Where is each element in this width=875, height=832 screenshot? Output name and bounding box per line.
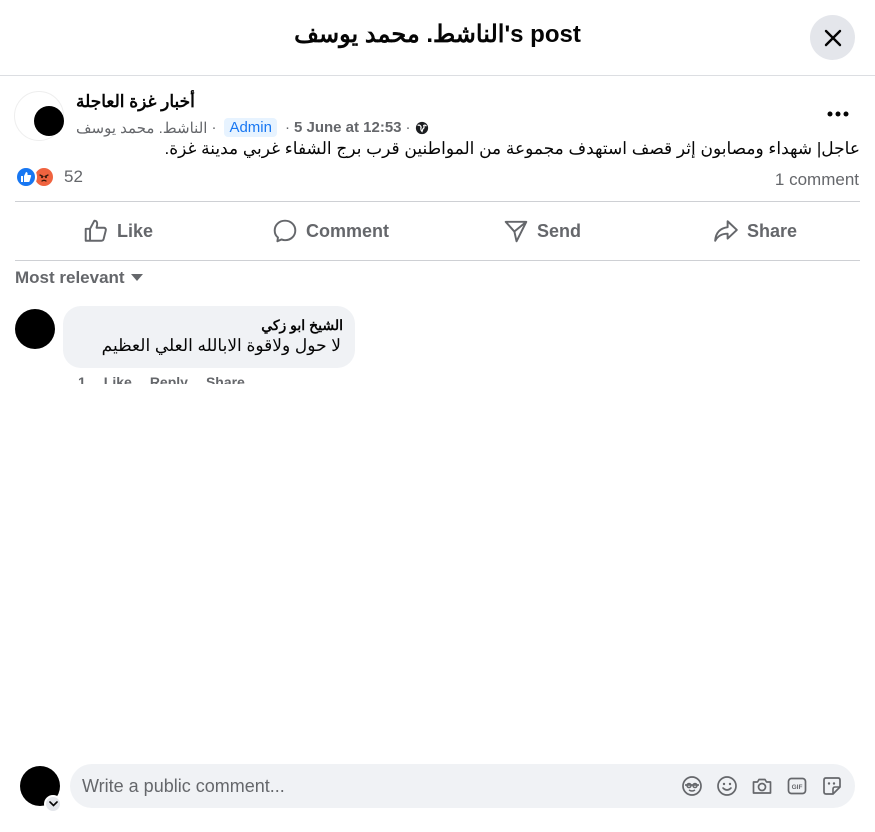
like-button[interactable]: Like [83, 212, 153, 250]
commenter-avatar[interactable] [15, 309, 55, 349]
meta-separator: · [284, 119, 290, 136]
comment-text: لا حول ولاقوة الابالله العلي العظيم [101, 336, 341, 355]
send-icon [504, 220, 528, 243]
comment-actions: 1 Like Reply Share [78, 372, 245, 384]
globe-icon [415, 121, 429, 135]
caret-down-icon [130, 274, 143, 281]
more-options-button[interactable] [822, 100, 854, 128]
like-icon [15, 166, 37, 188]
page-name-link[interactable]: أخبار غزة العاجلة [76, 92, 195, 112]
comment-time-link[interactable]: 1 [78, 372, 86, 384]
share-label: Share [747, 220, 798, 241]
post-text: عاجل| شهداء ومصابون إثر قصف استهدف مجموع… [164, 139, 860, 158]
action-bar: Like Comment Send Share [15, 201, 860, 261]
profile-switch-chevron[interactable] [44, 795, 62, 813]
comment-button[interactable]: Comment [272, 212, 389, 250]
emoji-icon[interactable] [716, 775, 738, 797]
like-outline-icon [84, 219, 107, 242]
svg-text:GIF: GIF [792, 784, 803, 791]
chevron-down-icon [48, 801, 58, 807]
share-icon [714, 220, 738, 242]
reaction-count: 52 [64, 167, 83, 186]
comment-count-link[interactable]: 1 comment [775, 170, 859, 190]
sticker-icon[interactable] [821, 775, 843, 797]
comment-bubble: الشيخ ابو زكي لا حول ولاقوة الابالله الع… [63, 306, 355, 368]
close-button[interactable] [810, 15, 855, 60]
comment-author-link[interactable]: الشيخ ابو زكي [261, 317, 343, 334]
comment-label: Comment [306, 220, 390, 241]
comment-share-button[interactable]: Share [206, 372, 245, 384]
author-avatar[interactable] [34, 106, 64, 136]
share-button[interactable]: Share [713, 212, 797, 250]
post-author-link[interactable]: الناشط. محمد يوسف [76, 119, 207, 137]
comment-reply-button[interactable]: Reply [150, 372, 188, 384]
reactions-summary[interactable]: 52 [15, 166, 83, 188]
admin-badge: Admin [224, 118, 277, 137]
comment-icon [273, 219, 297, 243]
post-timestamp-link[interactable]: 5 June at 12:53 [294, 119, 402, 136]
send-label: Send [537, 220, 582, 241]
sort-label: Most relevant [15, 268, 125, 287]
dialog-title: الناشط. محمد يوسف's post [294, 21, 581, 48]
like-label: Like [117, 220, 154, 241]
send-button[interactable]: Send [503, 212, 581, 250]
close-icon [824, 29, 841, 46]
more-icon [827, 111, 849, 117]
meta-separator: · [211, 119, 217, 136]
meta-separator: · [405, 119, 411, 136]
comment-input[interactable] [82, 764, 662, 808]
camera-icon[interactable] [751, 775, 773, 797]
comments-sort-dropdown[interactable]: Most relevant [15, 268, 143, 288]
comment-like-button[interactable]: Like [104, 372, 132, 384]
dialog-header: الناشط. محمد يوسف's post [0, 0, 875, 76]
gif-icon[interactable]: GIF [786, 775, 808, 797]
avatar-sticker-icon[interactable] [681, 775, 703, 797]
post-meta: الناشط. محمد يوسف · Admin · 5 June at 12… [76, 118, 429, 137]
comment-composer: GIF [70, 764, 855, 808]
